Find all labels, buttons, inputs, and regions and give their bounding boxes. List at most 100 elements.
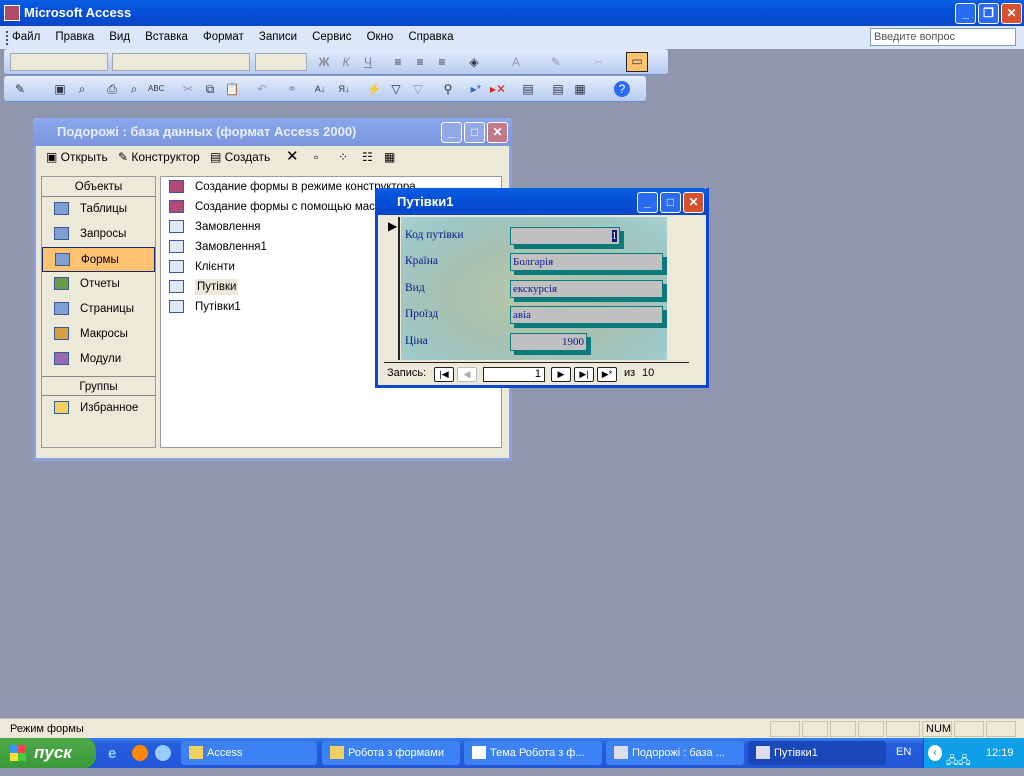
spelling-icon[interactable]: ABC xyxy=(148,81,164,97)
object-tables[interactable]: Таблицы xyxy=(42,197,155,222)
hyperlink-icon[interactable]: ⚭ xyxy=(284,81,300,97)
previous-record-button[interactable]: ◀ xyxy=(457,367,477,382)
database-window-icon[interactable]: ▤ xyxy=(550,81,566,97)
menu-records[interactable]: Записи xyxy=(259,31,297,43)
outlook-express-icon[interactable] xyxy=(155,745,171,761)
group-favorites[interactable]: Избранное xyxy=(42,396,155,421)
filter-by-selection-icon[interactable]: ⚡ xyxy=(366,81,382,97)
db-close-button[interactable]: ✕ xyxy=(487,122,508,143)
properties-icon[interactable]: ▤ xyxy=(520,81,536,97)
cut-icon[interactable]: ✂ xyxy=(180,81,196,97)
help-icon[interactable]: ? xyxy=(614,81,630,97)
form-maximize-button[interactable]: □ xyxy=(660,192,681,213)
menu-tools[interactable]: Сервис xyxy=(312,31,351,43)
filter-by-form-icon[interactable]: ▽ xyxy=(388,81,404,97)
font-combo[interactable] xyxy=(112,53,250,71)
fill-color-icon[interactable]: ◈ xyxy=(466,54,482,70)
menu-window[interactable]: Окно xyxy=(367,31,394,43)
large-icons-icon[interactable]: ▫ xyxy=(314,150,318,164)
print-preview-icon[interactable]: ⌕ xyxy=(126,81,142,97)
save-icon[interactable]: ▣ xyxy=(52,81,68,97)
small-icons-icon[interactable]: ⁘ xyxy=(338,150,348,164)
search-icon[interactable]: ⌕ xyxy=(74,81,90,97)
align-right-icon[interactable]: ≡ xyxy=(434,54,450,70)
restore-button[interactable]: ❐ xyxy=(978,3,999,24)
font-size-combo[interactable] xyxy=(255,53,307,71)
last-record-button[interactable]: ▶| xyxy=(574,367,594,382)
border-icon[interactable]: ┈ xyxy=(590,54,606,70)
delete-icon[interactable]: ✕ xyxy=(286,147,299,165)
form-minimize-button[interactable]: _ xyxy=(637,192,658,213)
list-view-icon[interactable]: ☷ xyxy=(362,150,373,164)
font-color-icon[interactable]: A xyxy=(508,54,524,70)
menu-format[interactable]: Формат xyxy=(203,31,244,43)
object-forms[interactable]: Формы xyxy=(42,247,155,272)
objects-header[interactable]: Объекты xyxy=(42,177,155,197)
record-number-input[interactable]: 1 xyxy=(483,367,545,382)
menu-help[interactable]: Справка xyxy=(408,31,453,43)
object-pages[interactable]: Страницы xyxy=(42,297,155,322)
task-database[interactable]: Подорожі : база ... xyxy=(606,741,744,765)
delete-record-icon[interactable]: ▸✕ xyxy=(490,81,506,97)
type-field[interactable]: екскурсія xyxy=(510,280,663,298)
copy-icon[interactable]: ⧉ xyxy=(202,81,218,97)
line-color-icon[interactable]: ✎ xyxy=(548,54,564,70)
first-record-button[interactable]: |◀ xyxy=(434,367,454,382)
sort-descending-icon[interactable]: Я↓ xyxy=(336,81,352,97)
align-left-icon[interactable]: ≡ xyxy=(390,54,406,70)
paste-icon[interactable]: 📋 xyxy=(224,81,240,97)
task-access[interactable]: Access xyxy=(181,741,317,765)
internet-explorer-icon[interactable]: e xyxy=(108,745,116,762)
minimize-button[interactable]: _ xyxy=(955,3,976,24)
object-macros[interactable]: Макросы xyxy=(42,322,155,347)
align-center-icon[interactable]: ≡ xyxy=(412,54,428,70)
network-icon[interactable]: 🖧🖧 xyxy=(946,746,971,776)
close-button[interactable]: ✕ xyxy=(1001,3,1022,24)
media-player-icon[interactable] xyxy=(132,745,148,761)
start-button[interactable]: пуск xyxy=(0,738,96,768)
db-minimize-button[interactable]: _ xyxy=(441,122,462,143)
new-object-icon[interactable]: ▦ xyxy=(572,81,588,97)
country-field[interactable]: Болгарія xyxy=(510,253,663,271)
menu-view[interactable]: Вид xyxy=(109,31,130,43)
menu-insert[interactable]: Вставка xyxy=(145,31,188,43)
object-combo[interactable] xyxy=(10,53,108,71)
groups-header[interactable]: Группы xyxy=(42,376,155,396)
task-word-doc[interactable]: Тема Робота з ф... xyxy=(464,741,602,765)
db-maximize-button[interactable]: □ xyxy=(464,122,485,143)
special-effect-icon[interactable]: ▭ xyxy=(626,52,648,72)
task-forms-folder[interactable]: Робота з формами xyxy=(322,741,460,765)
clock[interactable]: 12:19 xyxy=(986,738,1014,768)
sort-ascending-icon[interactable]: А↓ xyxy=(312,81,328,97)
print-icon[interactable]: ⎙ xyxy=(104,81,120,97)
find-icon[interactable]: ⚲ xyxy=(440,81,456,97)
object-queries[interactable]: Запросы xyxy=(42,222,155,247)
next-record-button[interactable]: ▶ xyxy=(551,367,571,382)
ask-question-input[interactable]: Введите вопрос xyxy=(870,28,1016,46)
menu-edit[interactable]: Правка xyxy=(55,31,94,43)
new-record-button[interactable]: ▶* xyxy=(597,367,617,382)
code-field[interactable]: 1 xyxy=(510,227,620,245)
form-close-button[interactable]: ✕ xyxy=(683,192,704,213)
transport-field[interactable]: авіа xyxy=(510,306,663,324)
underline-icon[interactable]: Ч xyxy=(360,54,376,70)
create-button[interactable]: ▤ Создать xyxy=(210,150,270,164)
italic-icon[interactable]: К xyxy=(338,54,354,70)
details-view-icon[interactable]: ▦ xyxy=(384,150,395,164)
view-icon[interactable]: ✎ xyxy=(12,81,28,97)
apply-filter-icon[interactable]: ▽ xyxy=(410,81,426,97)
open-button[interactable]: ▣ Открыть xyxy=(46,150,108,164)
object-modules[interactable]: Модули xyxy=(42,347,155,372)
task-form-putivky1[interactable]: Путівки1 xyxy=(748,741,886,765)
new-record-icon[interactable]: ▸* xyxy=(468,81,484,97)
undo-icon[interactable]: ↶ xyxy=(254,81,270,97)
menu-file[interactable]: Файл xyxy=(12,31,40,43)
language-indicator[interactable]: EN xyxy=(896,746,911,758)
show-hidden-icons-button[interactable]: ‹ xyxy=(928,745,942,761)
record-selector[interactable]: ▶ xyxy=(384,217,400,360)
price-field[interactable]: 1900 xyxy=(510,333,587,351)
object-reports[interactable]: Отчеты xyxy=(42,272,155,297)
design-button[interactable]: ✎ Конструктор xyxy=(118,150,200,164)
bold-icon[interactable]: Ж xyxy=(316,54,332,70)
code-value: 1 xyxy=(611,230,617,242)
